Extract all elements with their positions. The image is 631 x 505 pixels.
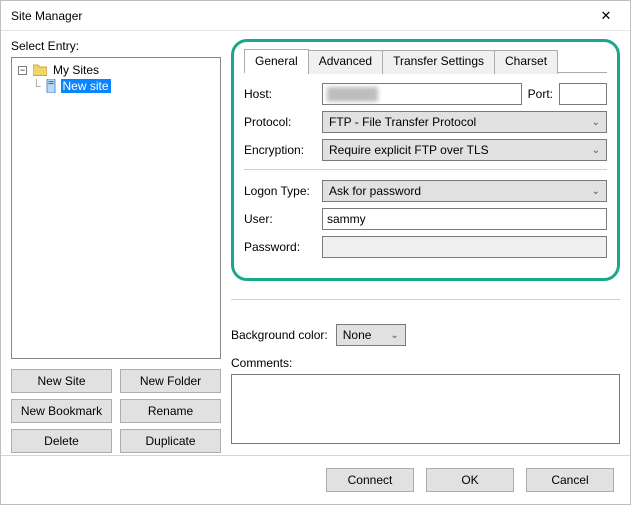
site-tree[interactable]: − My Sites └ New site (11, 57, 221, 359)
background-color-select[interactable]: None ⌄ (336, 324, 406, 346)
connect-button[interactable]: Connect (326, 468, 414, 492)
chevron-down-icon: ⌄ (390, 330, 398, 341)
left-buttons: New Site New Folder New Bookmark Rename … (11, 369, 221, 453)
logon-type-label: Logon Type: (244, 184, 316, 198)
body: Select Entry: − My Sites └ New site (1, 31, 630, 455)
tab-general[interactable]: General (244, 49, 309, 73)
window-title: Site Manager (11, 9, 82, 23)
close-button[interactable]: ✕ (586, 2, 626, 30)
encryption-label: Encryption: (244, 143, 316, 157)
separator (244, 169, 607, 170)
tree-item-new-site[interactable]: └ New site (30, 78, 216, 94)
close-icon: ✕ (601, 8, 612, 24)
collapse-icon[interactable]: − (18, 66, 27, 75)
background-color-label: Background color: (231, 328, 328, 342)
password-label: Password: (244, 240, 316, 254)
password-input (322, 236, 607, 258)
chevron-down-icon: ⌄ (592, 117, 600, 128)
host-row: Host: ██████ Port: (244, 83, 607, 105)
bottom-bar: Connect OK Cancel (1, 455, 630, 504)
tree-root-label: My Sites (51, 63, 101, 77)
comments-textarea[interactable] (231, 374, 620, 444)
port-label: Port: (528, 87, 553, 101)
separator (231, 299, 620, 300)
logon-type-value: Ask for password (329, 184, 421, 198)
protocol-value: FTP - File Transfer Protocol (329, 115, 476, 129)
protocol-select[interactable]: FTP - File Transfer Protocol ⌄ (322, 111, 607, 133)
chevron-down-icon: ⌄ (592, 186, 600, 197)
host-label: Host: (244, 87, 316, 101)
cancel-button[interactable]: Cancel (526, 468, 614, 492)
server-icon (45, 79, 57, 93)
new-site-button[interactable]: New Site (11, 369, 112, 393)
ok-button[interactable]: OK (426, 468, 514, 492)
tab-advanced[interactable]: Advanced (308, 50, 383, 74)
password-row: Password: (244, 236, 607, 258)
left-panel: Select Entry: − My Sites └ New site (11, 39, 221, 453)
select-entry-label: Select Entry: (11, 39, 221, 53)
site-manager-window: Site Manager ✕ Select Entry: − My Sites … (0, 0, 631, 505)
new-folder-button[interactable]: New Folder (120, 369, 221, 393)
tree-line: └ (32, 79, 41, 93)
tabs: General Advanced Transfer Settings Chars… (244, 48, 607, 73)
tree-root-my-sites[interactable]: − My Sites (16, 62, 216, 78)
encryption-select[interactable]: Require explicit FTP over TLS ⌄ (322, 139, 607, 161)
encryption-row: Encryption: Require explicit FTP over TL… (244, 139, 607, 161)
protocol-label: Protocol: (244, 115, 316, 129)
comments-label: Comments: (231, 356, 620, 370)
background-color-row: Background color: None ⌄ (231, 324, 620, 346)
background-color-value: None (343, 328, 372, 342)
new-bookmark-button[interactable]: New Bookmark (11, 399, 112, 423)
titlebar: Site Manager ✕ (1, 1, 630, 31)
protocol-row: Protocol: FTP - File Transfer Protocol ⌄ (244, 111, 607, 133)
encryption-value: Require explicit FTP over TLS (329, 143, 489, 157)
duplicate-button[interactable]: Duplicate (120, 429, 221, 453)
user-row: User: (244, 208, 607, 230)
tab-transfer-settings[interactable]: Transfer Settings (382, 50, 495, 74)
chevron-down-icon: ⌄ (592, 145, 600, 156)
logon-row: Logon Type: Ask for password ⌄ (244, 180, 607, 202)
right-panel: General Advanced Transfer Settings Chars… (231, 39, 620, 453)
tree-item-label: New site (61, 79, 111, 93)
user-input[interactable] (322, 208, 607, 230)
user-label: User: (244, 212, 316, 226)
port-input[interactable] (559, 83, 607, 105)
logon-type-select[interactable]: Ask for password ⌄ (322, 180, 607, 202)
delete-button[interactable]: Delete (11, 429, 112, 453)
tab-charset[interactable]: Charset (494, 50, 558, 74)
folder-icon (33, 64, 47, 76)
rename-button[interactable]: Rename (120, 399, 221, 423)
host-input[interactable]: ██████ (322, 83, 522, 105)
highlighted-region: General Advanced Transfer Settings Chars… (231, 39, 620, 281)
host-blurred-value: ██████ (327, 87, 447, 101)
